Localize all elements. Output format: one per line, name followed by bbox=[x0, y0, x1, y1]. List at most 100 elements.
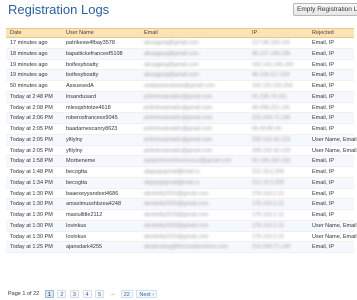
cell-rejected: User Name, Email, IP bbox=[312, 233, 357, 240]
page-5-link[interactable]: 5 bbox=[95, 290, 105, 298]
cell-date: Today at 1:30 PM bbox=[10, 190, 53, 197]
cell-date: Today at 1:25 PM bbox=[10, 244, 53, 251]
column-rejected[interactable]: Rejected bbox=[312, 29, 357, 37]
cell-email: ptrikrtesatoatdc@gmail.com bbox=[144, 115, 213, 122]
cell-rejected: Email, IP bbox=[312, 93, 335, 100]
cell-ip: 212.19.2.205 bbox=[252, 169, 285, 175]
cell-ip: 46.098.221.141 bbox=[252, 104, 291, 111]
cell-email: ptrikrtesatoatdc@gmail.com bbox=[144, 147, 213, 154]
cell-user-name: ajansdark4255 bbox=[66, 244, 103, 251]
cell-date: 50 minutes ago bbox=[10, 83, 48, 89]
page-label: Page 1 of 22 bbox=[8, 291, 40, 297]
column-user-name[interactable]: User Name bbox=[66, 29, 144, 37]
cell-email: abgrpgegmail@mail.ru bbox=[144, 169, 200, 175]
page-22-link[interactable]: 22 bbox=[120, 290, 133, 298]
empty-registration-logs-button[interactable]: Empty Registration Logs bbox=[293, 3, 357, 16]
cell-rejected: Email, IP bbox=[312, 50, 335, 57]
cell-email: alexbelly2015@gmail.com bbox=[144, 190, 209, 197]
table-header: Date User Name Email IP Rejected bbox=[6, 28, 354, 38]
cell-date: Today at 2:06 PM bbox=[10, 115, 53, 122]
cell-email: abcpgpeg@gmail.com bbox=[144, 50, 199, 57]
table-row: Today at 2:08 PM mlesqshtotze4618 ptrikrte… bbox=[6, 103, 354, 114]
column-email[interactable]: Email bbox=[144, 29, 252, 37]
cell-rejected: Email, IP bbox=[312, 244, 335, 251]
cell-ip: 176.119.2.13 bbox=[252, 212, 284, 218]
cell-email: abspicopeg@ferrosabenshoo.com bbox=[144, 244, 228, 251]
column-ip[interactable]: IP bbox=[252, 29, 314, 37]
pagination: Page 1 of 22 1 2 3 4 5 → 22 Next › bbox=[6, 290, 159, 299]
cell-date: Today at 2:48 PM bbox=[10, 93, 53, 100]
table-row: Today at 1:30 PM maxiullttle2112 alexbelly… bbox=[6, 210, 354, 221]
cell-user-name: mlesqshtotze4618 bbox=[66, 104, 111, 111]
cell-date: Today at 1:30 PM bbox=[10, 233, 53, 240]
cell-rejected: User Name, Email, IP bbox=[312, 147, 357, 154]
page-title: Registration Logs bbox=[8, 2, 110, 17]
column-date[interactable]: Date bbox=[10, 29, 70, 37]
cell-email: ptrikrtesatoatdc@gmail.com bbox=[144, 104, 213, 111]
cell-date: Today at 1:30 PM bbox=[10, 222, 53, 229]
cell-ip: 176.119.2.13 bbox=[252, 190, 284, 197]
cell-rejected: Email, IP bbox=[312, 40, 335, 46]
cell-user-name: maxiullttle2112 bbox=[66, 212, 103, 218]
cell-rejected: Email, IP bbox=[312, 212, 335, 218]
cell-user-name: baadamescanry8623 bbox=[66, 126, 118, 132]
cell-ip: 91.140.182.153 bbox=[252, 158, 291, 165]
cell-date: Today at 1:34 PM bbox=[10, 179, 53, 186]
registration-logs-table: Date User Name Email IP Rejected 17 minu… bbox=[6, 28, 357, 253]
cell-date: Today at 1:30 PM bbox=[10, 201, 53, 208]
table-row: Today at 2:05 PM yfilylny ptrikrtesatoatdc… bbox=[6, 146, 357, 157]
cell-ip: 91.236.74.151 bbox=[252, 93, 288, 100]
cell-user-name: Morbeneme bbox=[66, 158, 96, 165]
page-2-link[interactable]: 2 bbox=[57, 290, 67, 298]
table-row: Today at 2:48 PM lnsandusard ptrikrtesatoa… bbox=[6, 91, 354, 103]
cell-ip: 46.118.117.129 bbox=[252, 72, 290, 79]
table-row: Today at 1:48 PM becogtta abgrpgegmail@mai… bbox=[6, 167, 354, 178]
table-row: Today at 1:30 PM Iovinkus alexbelly2015@gm… bbox=[6, 220, 357, 232]
cell-user-name: bapatiickefrancesf5108 bbox=[66, 50, 123, 57]
table-row: Today at 1:30 PM baaexeyyandext4686 alexbe… bbox=[6, 189, 354, 200]
page-4-link[interactable]: 4 bbox=[82, 290, 92, 298]
table-row: Today at 2:06 PM roberosfrancesx9045 ptrik… bbox=[6, 113, 354, 124]
page-3-link[interactable]: 3 bbox=[69, 290, 79, 298]
cell-user-name: Iovinkus bbox=[66, 222, 87, 229]
cell-user-name: boifesyboatty bbox=[66, 61, 99, 68]
cell-rejected: Email, IP bbox=[312, 201, 335, 208]
cell-rejected: Email, IP bbox=[312, 158, 335, 165]
cell-rejected: Email, IP bbox=[312, 126, 335, 132]
table-row: 18 minutes ago bapatiickefrancesf5108 abcp… bbox=[6, 48, 354, 60]
next-page-link[interactable]: Next › bbox=[136, 290, 158, 298]
table-row: Today at 1:25 PM ajansdark4255 abspicopeg@… bbox=[6, 242, 354, 253]
cell-ip: 102.141.245.193 bbox=[252, 61, 294, 68]
cell-user-name: yfilylny bbox=[66, 147, 83, 154]
cell-ip: 216.244.71.140 bbox=[252, 244, 291, 251]
cell-ip: 192.115.115.254 bbox=[252, 83, 293, 89]
cell-email: ptrikrtesatoatdc@gmail.com bbox=[144, 136, 213, 143]
cell-email: abgrpgegmail@mail.ru bbox=[144, 179, 200, 186]
cell-email: sadpantonakstst@gmail.com bbox=[144, 83, 215, 89]
table-row: 19 minutes ago boifesyboatty abcpgpeg@gmai… bbox=[6, 70, 354, 81]
cell-rejected: Email, IP bbox=[312, 83, 335, 89]
cell-rejected: Email, IP bbox=[312, 72, 335, 79]
cell-ip: 176.119.2.13 bbox=[252, 201, 284, 208]
cell-ip: 217.96.226.116 bbox=[252, 40, 290, 46]
cell-user-name: lnsandusard bbox=[66, 93, 96, 100]
cell-ip: 176.119.2.13 bbox=[252, 222, 284, 229]
cell-user-name: Iovinkus bbox=[66, 233, 87, 240]
cell-email: alexbelly2015@gmail.com bbox=[144, 201, 209, 208]
table-row: Today at 1:30 PM Iovinkus alexbelly2015@gm… bbox=[6, 232, 357, 243]
cell-rejected: Email, IP bbox=[312, 179, 335, 186]
cell-date: Today at 2:08 PM bbox=[10, 104, 53, 111]
cell-email: ptrikrtesatoatdc@gmail.com bbox=[144, 126, 213, 132]
cell-rejected: Email, IP bbox=[312, 190, 335, 197]
cell-user-name: amaximusshbzea4248 bbox=[66, 201, 122, 208]
table-row: Today at 1:34 PM becogtta abgrpgegmail@mai… bbox=[6, 177, 354, 189]
cell-user-name: becogtta bbox=[66, 169, 88, 175]
cell-date: Today at 2:05 PM bbox=[10, 126, 53, 132]
cell-ip: 212.19.2.205 bbox=[252, 179, 285, 186]
cell-rejected: Email, IP bbox=[312, 169, 335, 175]
cell-user-name: boifesyboatty bbox=[66, 72, 99, 79]
skip-arrow[interactable]: → bbox=[108, 290, 118, 298]
table-row: Today at 1:30 PM amaximusshbzea4248 alexbe… bbox=[6, 199, 354, 210]
cell-user-name: becogtta bbox=[66, 179, 88, 186]
page-1-link[interactable]: 1 bbox=[44, 290, 54, 298]
